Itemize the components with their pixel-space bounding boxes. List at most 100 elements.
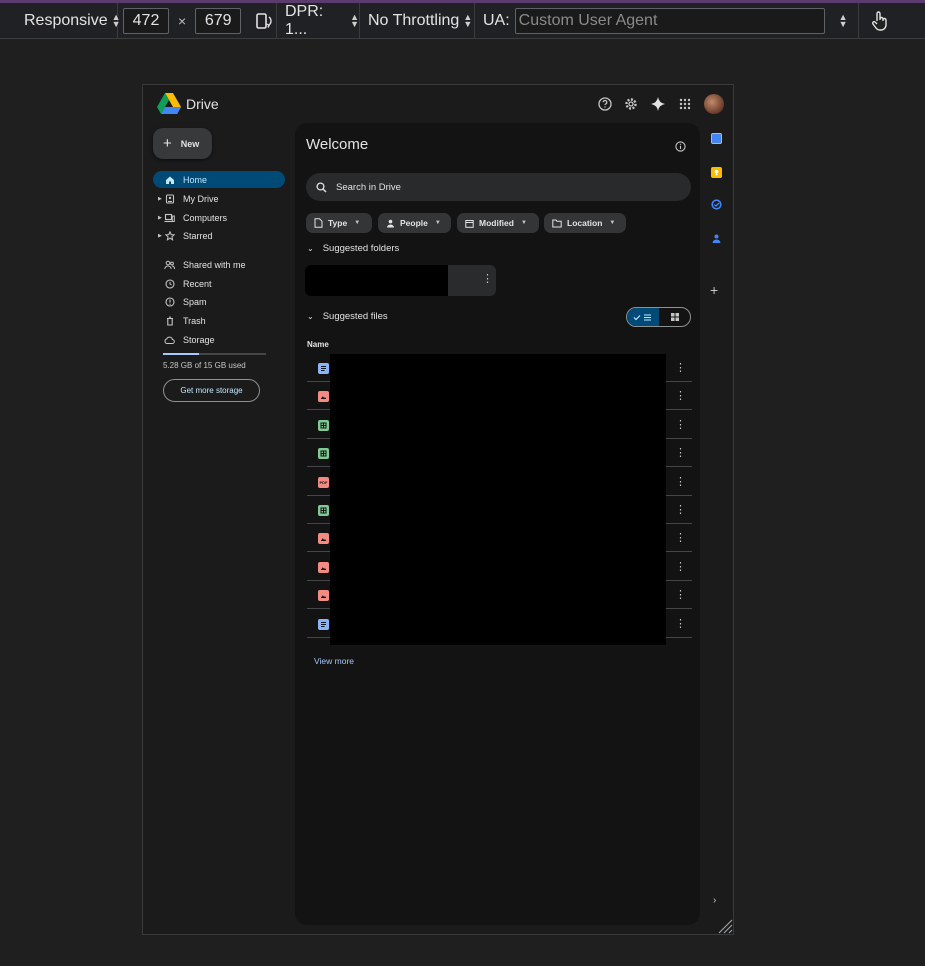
computer-icon — [164, 212, 175, 223]
help-icon[interactable] — [597, 96, 613, 112]
doc-file-icon — [318, 618, 329, 630]
contacts-app-icon[interactable] — [711, 233, 722, 244]
suggested-files-toggle[interactable]: ⌄ Suggested files — [307, 311, 388, 322]
plus-icon: + — [163, 135, 172, 152]
more-vert-icon[interactable]: ⋮ — [675, 560, 686, 573]
search-icon — [316, 181, 327, 193]
width-input[interactable]: 472 — [123, 7, 169, 34]
chevron-down-icon: ⌄ — [307, 312, 314, 321]
more-vert-icon[interactable]: ⋮ — [675, 503, 686, 516]
page-title: Welcome — [306, 136, 369, 153]
chevron-down-icon: ⌄ — [307, 244, 314, 253]
more-vert-icon[interactable]: ⋮ — [675, 588, 686, 601]
sidebar-item-shared-with-me[interactable]: Shared with me — [153, 256, 285, 273]
dropdown-arrow-icon: ▼ — [609, 220, 616, 226]
device-select[interactable]: Responsive ▲ ▼ — [0, 3, 121, 38]
calendar-icon — [465, 219, 474, 228]
person-icon — [386, 219, 395, 228]
expand-caret-icon[interactable]: ▶ — [158, 233, 162, 239]
more-vert-icon[interactable]: ⋮ — [675, 389, 686, 402]
throttling-select[interactable]: No Throttling ▲ ▼ — [360, 3, 475, 38]
resize-handle-icon[interactable] — [717, 918, 733, 934]
suggested-folders-toggle[interactable]: ⌄ Suggested folders — [307, 243, 399, 254]
apps-grid-icon[interactable] — [677, 96, 693, 112]
device-viewport: Drive + New Home ▶ My Drive ▶ Computers … — [142, 84, 734, 935]
height-input[interactable]: 679 — [195, 7, 242, 34]
sidebar-item-trash[interactable]: Trash — [153, 312, 285, 329]
more-vert-icon[interactable]: ⋮ — [675, 617, 686, 630]
ua-group: UA: Custom User Agent ▲ ▼ — [475, 3, 859, 38]
sidebar-item-label: Home — [183, 174, 208, 185]
sidebar-item-starred[interactable]: ▶ Starred — [153, 227, 285, 244]
sidebar-item-spam[interactable]: Spam — [153, 293, 285, 310]
dpr-select[interactable]: DPR: 1... ▲ ▼ — [277, 3, 360, 38]
settings-gear-icon[interactable] — [623, 96, 639, 112]
device-toolbar: Responsive ▲ ▼ 472 × 679 DPR: 1... ▲ ▼ No … — [0, 3, 925, 39]
sidebar-item-label: Storage — [183, 334, 215, 345]
more-vert-icon[interactable]: ⋮ — [675, 475, 686, 488]
filter-chip-people[interactable]: People ▼ — [378, 213, 451, 233]
new-button[interactable]: + New — [153, 128, 212, 159]
account-avatar[interactable] — [704, 94, 724, 114]
image-file-icon — [318, 561, 329, 573]
suggested-folder-card[interactable]: ⋮ — [305, 265, 496, 296]
more-vert-icon[interactable]: ⋮ — [675, 446, 686, 459]
chip-label: People — [400, 218, 428, 228]
keep-app-icon[interactable] — [711, 167, 722, 178]
more-vert-icon[interactable]: ⋮ — [675, 531, 686, 544]
sidebar-item-home[interactable]: Home — [153, 171, 285, 188]
chip-label: Modified — [479, 218, 514, 228]
tasks-app-icon[interactable] — [711, 199, 722, 210]
calendar-app-icon[interactable] — [711, 133, 722, 144]
sidebar-item-label: Trash — [183, 315, 206, 326]
drive-brand[interactable]: Drive — [186, 96, 219, 112]
section-title: Suggested files — [322, 311, 388, 322]
sidebar-item-my-drive[interactable]: ▶ My Drive — [153, 190, 285, 207]
folder-icon — [552, 219, 562, 228]
grid-view-button[interactable] — [659, 308, 690, 326]
filter-chip-location[interactable]: Location ▼ — [544, 213, 626, 233]
sidebar-item-computers[interactable]: ▶ Computers — [153, 209, 285, 226]
chip-label: Type — [328, 218, 348, 228]
rotate-icon[interactable] — [254, 11, 274, 31]
file-icon — [314, 218, 323, 228]
name-column-header[interactable]: Name — [307, 340, 329, 349]
dropdown-arrow-icon: ▼ — [520, 220, 527, 226]
more-vert-icon[interactable]: ⋮ — [482, 272, 493, 285]
cloud-icon — [164, 334, 175, 345]
dropdown-arrow-icon: ▼ — [434, 220, 441, 226]
throttling-label: No Throttling — [368, 11, 460, 29]
get-more-storage-button[interactable]: Get more storage — [163, 379, 260, 402]
expand-caret-icon[interactable]: ▶ — [158, 215, 162, 221]
search-input[interactable]: Search in Drive — [306, 173, 691, 201]
view-toggle — [626, 307, 691, 327]
list-view-button[interactable] — [627, 308, 659, 326]
new-button-label: New — [180, 138, 200, 149]
home-icon — [164, 174, 175, 185]
more-vert-icon[interactable]: ⋮ — [675, 361, 686, 374]
drive-logo-icon[interactable] — [157, 93, 181, 119]
image-file-icon — [318, 533, 329, 545]
more-vert-icon[interactable]: ⋮ — [675, 418, 686, 431]
section-title: Suggested folders — [322, 243, 400, 254]
sheet-file-icon — [318, 505, 329, 516]
ua-label: UA: — [483, 11, 510, 29]
sidebar-item-storage[interactable]: Storage — [153, 331, 285, 348]
expand-caret-icon[interactable]: ▶ — [158, 196, 162, 202]
sidebar-item-recent[interactable]: Recent — [153, 275, 285, 292]
touch-icon[interactable] — [859, 10, 890, 32]
view-more-link[interactable]: View more — [314, 656, 354, 666]
sparkle-icon[interactable] — [650, 96, 666, 112]
filter-chip-type[interactable]: Type ▼ — [306, 213, 372, 233]
times-sign: × — [178, 12, 187, 29]
add-addon-icon[interactable]: + — [710, 282, 718, 298]
ua-dropdown-icon[interactable]: ▲ ▼ — [839, 12, 848, 28]
sidebar-item-label: Starred — [183, 230, 213, 241]
user-agent-input[interactable]: Custom User Agent — [514, 7, 825, 34]
info-icon[interactable] — [675, 139, 686, 157]
filter-chip-modified[interactable]: Modified ▼ — [457, 213, 539, 233]
expand-panel-icon[interactable]: › — [713, 895, 716, 906]
drive-header: Drive — [143, 85, 733, 123]
chip-label: Location — [567, 218, 603, 228]
dropdown-arrow-icon: ▼ — [354, 220, 361, 226]
